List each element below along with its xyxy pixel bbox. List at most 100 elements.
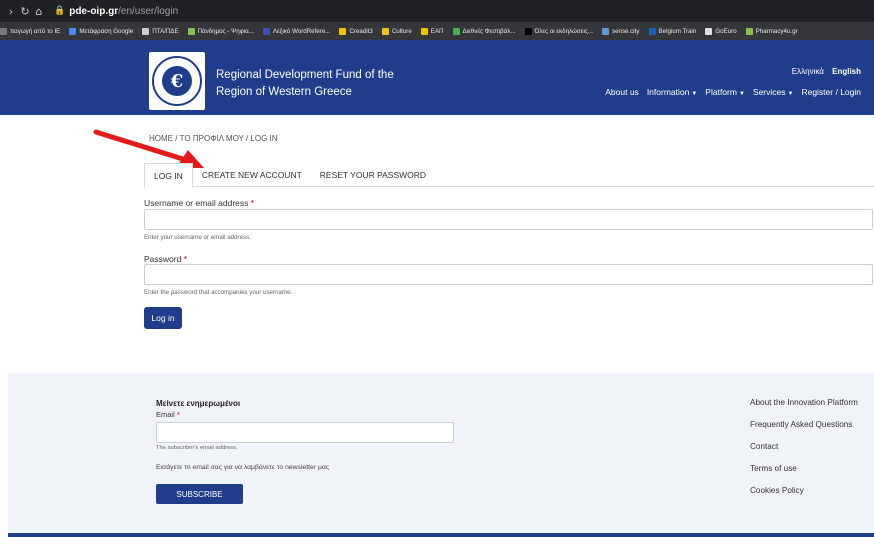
footer-link[interactable]: Frequently Asked Questions — [750, 420, 858, 442]
bookmark-item[interactable]: Πάνδημος - Ψηφια... — [187, 27, 254, 35]
nav-item-label: Information — [646, 87, 690, 97]
password-label-text: Password — [144, 254, 182, 264]
bookmark-icon — [142, 27, 150, 35]
bookmark-label: Creadit3 — [349, 27, 373, 35]
bookmark-icon — [524, 27, 532, 35]
bookmark-label: παγωγή από το IE — [10, 27, 61, 35]
footer-link[interactable]: Terms of use — [750, 464, 858, 486]
nav-item-services[interactable]: Services ▼ — [753, 87, 794, 97]
lang-english[interactable]: English — [832, 67, 861, 76]
bookmark-item[interactable]: ΠΤΑ/ΠΔΕ — [142, 27, 179, 35]
tab-create-account[interactable]: CREATE NEW ACCOUNT — [193, 163, 311, 187]
footer-link[interactable]: Cookies Policy — [750, 486, 858, 508]
newsletter-title: Μείνετε ενημερωμένοι — [156, 399, 241, 408]
site-title[interactable]: Regional Development Fund of the Region … — [216, 67, 394, 101]
bookmark-icon — [69, 27, 77, 35]
bookmark-label: Pharmacy4u.gr — [755, 27, 798, 35]
bookmark-item[interactable]: Μετάφραση Google — [69, 27, 134, 35]
bookmark-label: GoEuro — [715, 27, 737, 35]
nav-item-label: Platform — [705, 87, 737, 97]
bookmark-icon — [187, 27, 195, 35]
bookmark-icon — [0, 27, 7, 35]
bookmark-label: Όλες οι εκδηλώσεις... — [534, 27, 593, 35]
tab-reset-password[interactable]: RESET YOUR PASSWORD — [311, 163, 435, 187]
site-logo[interactable]: € — [149, 52, 205, 110]
newsletter-email-label-text: Email — [156, 410, 175, 419]
newsletter-email-input[interactable] — [156, 422, 454, 443]
bookmark-item[interactable]: sense.city — [601, 27, 640, 35]
logo-ring: € — [152, 56, 202, 106]
language-switcher: Ελληνικά English — [786, 67, 861, 76]
site-header: € Regional Development Fund of the Regio… — [0, 40, 874, 115]
username-label: Username or email address * — [144, 198, 254, 208]
home-icon[interactable]: ⌂ — [32, 5, 46, 18]
bookmark-item[interactable]: Όλες οι εκδηλώσεις... — [524, 27, 593, 35]
login-tabs: LOG IN CREATE NEW ACCOUNT RESET YOUR PAS… — [144, 163, 874, 188]
nav-item-label: Services — [752, 87, 786, 97]
caret-down-icon: ▼ — [738, 91, 745, 97]
username-input[interactable] — [144, 209, 873, 230]
bookmark-item[interactable]: παγωγή από το IE — [0, 27, 61, 35]
bookmark-icon — [648, 27, 656, 35]
nav-item-register-login[interactable]: Register / Login — [801, 87, 861, 97]
password-label: Password * — [144, 254, 187, 264]
username-hint: Enter your username or email address. — [144, 234, 251, 241]
bookmark-icon — [262, 27, 270, 35]
subscribe-button[interactable]: SUBSCRIBE — [156, 484, 243, 504]
bookmark-item[interactable]: Λεξικό WordRefere... — [262, 27, 331, 35]
bookmark-item[interactable]: Belgium Train — [648, 27, 697, 35]
password-hint: Enter the password that accompanies your… — [144, 289, 293, 296]
bookmark-item[interactable]: ΕΑΠ — [420, 27, 444, 35]
tab-log-in[interactable]: LOG IN — [144, 163, 193, 188]
nav-item-platform[interactable]: Platform ▼ — [705, 87, 745, 97]
nav-item-label: About us — [605, 87, 639, 97]
password-required-mark: * — [183, 254, 188, 264]
bookmark-label: Λεξικό WordRefere... — [272, 27, 331, 35]
newsletter-email-hint: The subscriber's email address. — [156, 445, 238, 451]
caret-down-icon: ▼ — [691, 91, 698, 97]
bookmark-icon — [705, 27, 713, 35]
bookmark-item[interactable]: Creadit3 — [339, 27, 373, 35]
euro-icon: € — [162, 66, 192, 96]
bookmark-label: ΠΤΑ/ΠΔΕ — [152, 27, 179, 35]
username-required-mark: * — [250, 198, 255, 208]
footer-link[interactable]: Contact — [750, 442, 858, 464]
bookmark-label: ΕΑΠ — [430, 27, 444, 35]
site-title-line1: Regional Development Fund of the — [216, 69, 394, 81]
breadcrumb[interactable]: HOME / ΤΟ ΠΡΟΦΙΛ ΜΟΥ / LOG IN — [149, 134, 278, 143]
bookmark-icon — [452, 27, 460, 35]
nav-item-information[interactable]: Information ▼ — [647, 87, 697, 97]
bookmark-item[interactable]: Διεθνές Φεστιβάλ... — [452, 27, 516, 35]
username-label-text: Username or email address — [144, 198, 249, 208]
footer-link[interactable]: About the Innovation Platform — [750, 398, 858, 420]
footer-bottom-bar — [8, 533, 874, 537]
newsletter-note: Εισάγετε το email σας για να λαμβάνετε τ… — [156, 464, 330, 471]
bookmark-label: Culture — [391, 27, 412, 35]
bookmark-label: Belgium Train — [658, 27, 697, 35]
bookmarks-bar: παγωγή από το IE Μετάφραση Google ΠΤΑ/ΠΔΕ Π… — [0, 22, 874, 40]
site-title-line2: Region of Western Greece — [216, 86, 352, 98]
nav-item-about-us[interactable]: About us — [605, 87, 639, 97]
main-nav: About us Information ▼ Platform ▼ Services ▼ Re… — [597, 87, 861, 97]
forward-icon[interactable]: › — [4, 5, 18, 18]
caret-down-icon: ▼ — [787, 91, 794, 97]
bookmark-icon — [339, 27, 347, 35]
bookmark-icon — [745, 27, 753, 35]
reload-icon[interactable]: ↻ — [18, 5, 32, 18]
bookmark-label: Μετάφραση Google — [79, 27, 134, 35]
lang-greek[interactable]: Ελληνικά — [792, 67, 824, 76]
url-path[interactable]: /en/user/login — [118, 6, 178, 17]
bookmark-item[interactable]: GoEuro — [705, 27, 737, 35]
bookmark-item[interactable]: Pharmacy4u.gr — [745, 27, 798, 35]
lock-icon[interactable]: 🔒 — [54, 6, 65, 16]
bookmark-item[interactable]: Culture — [381, 27, 412, 35]
newsletter-email-label: Email * — [156, 410, 180, 419]
password-input[interactable] — [144, 264, 873, 285]
bookmark-icon — [420, 27, 428, 35]
browser-address-bar: › ↻ ⌂ 🔒 pde-oip.gr /en/user/login — [0, 0, 874, 22]
bookmark-label: Πάνδημος - Ψηφια... — [197, 27, 254, 35]
nav-item-label: Register / Login — [801, 87, 861, 97]
footer — [8, 373, 874, 533]
log-in-button[interactable]: Log in — [144, 307, 182, 329]
url-host[interactable]: pde-oip.gr — [69, 6, 118, 17]
